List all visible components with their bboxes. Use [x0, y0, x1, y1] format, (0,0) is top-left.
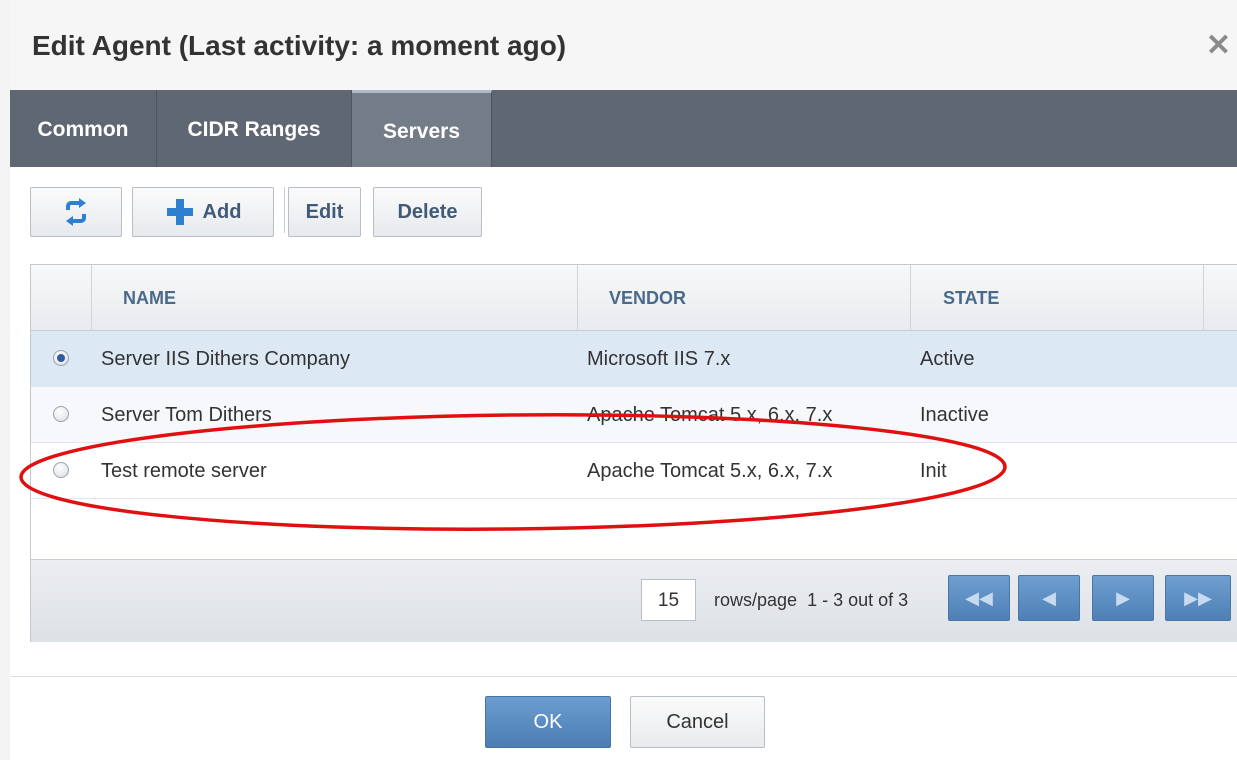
column-header-state[interactable]: STATE — [943, 265, 999, 330]
dialog-title: Edit Agent (Last activity: a moment ago) — [32, 30, 567, 61]
cell-vendor: Microsoft IIS 7.x — [587, 348, 731, 370]
last-page-button[interactable]: ▶▶ — [1165, 575, 1231, 621]
pagination-bar: 15 rows/page 1 - 3 out of 3 ◀◀ ◀ ▶ ▶▶ — [31, 559, 1237, 642]
cell-name: Server Tom Dithers — [101, 404, 272, 426]
row-radio-button[interactable] — [53, 350, 69, 366]
table-header: NAME VENDOR STATE — [31, 265, 1237, 331]
cell-vendor: Apache Tomcat 5.x, 6.x, 7.x — [587, 460, 833, 482]
edit-button[interactable]: Edit — [288, 187, 361, 237]
column-header-name[interactable]: NAME — [123, 265, 176, 330]
refresh-icon — [66, 198, 86, 226]
table-row[interactable]: Test remote server Apache Tomcat 5.x, 6.… — [31, 443, 1237, 499]
double-chevron-right-icon: ▶▶ — [1184, 587, 1212, 608]
page-range-text: 1 - 3 out of 3 — [807, 590, 909, 610]
add-button-label: Add — [202, 200, 242, 223]
double-chevron-left-icon: ◀◀ — [965, 587, 993, 608]
add-button[interactable]: Add — [132, 187, 274, 237]
tab-servers[interactable]: Servers — [352, 90, 492, 167]
close-icon[interactable]: ✕ — [1206, 28, 1231, 63]
delete-button[interactable]: Delete — [373, 187, 482, 237]
rows-per-page-input[interactable]: 15 — [641, 579, 696, 621]
cell-vendor: Apache Tomcat 5.x, 6.x, 7.x — [587, 404, 833, 426]
column-divider — [577, 265, 578, 330]
cell-name: Test remote server — [101, 460, 267, 482]
cell-state: Init — [920, 460, 947, 482]
cell-name: Server IIS Dithers Company — [101, 348, 350, 370]
servers-table: NAME VENDOR STATE Server IIS Dithers Com… — [30, 264, 1237, 642]
plus-icon — [166, 199, 193, 225]
chevron-left-icon: ◀ — [1042, 587, 1056, 608]
cancel-button[interactable]: Cancel — [630, 696, 765, 748]
first-page-button[interactable]: ◀◀ — [948, 575, 1010, 621]
refresh-button[interactable] — [30, 187, 122, 237]
tab-common[interactable]: Common — [10, 90, 157, 167]
rows-per-page-label: rows/page — [714, 590, 798, 610]
cell-state: Active — [920, 348, 975, 370]
table-row[interactable]: Server Tom Dithers Apache Tomcat 5.x, 6.… — [31, 387, 1237, 443]
column-divider — [91, 265, 92, 330]
column-divider — [1203, 265, 1204, 330]
pagination-info: rows/page 1 - 3 out of 3 — [714, 579, 908, 621]
ok-button[interactable]: OK — [485, 696, 611, 748]
tab-bar: Common CIDR Ranges Servers — [10, 90, 1237, 167]
footer-divider — [10, 676, 1237, 677]
toolbar-divider — [284, 187, 285, 233]
next-page-button[interactable]: ▶ — [1092, 575, 1154, 621]
tab-cidr-ranges[interactable]: CIDR Ranges — [157, 90, 352, 167]
chevron-right-icon: ▶ — [1116, 587, 1130, 608]
edit-agent-dialog: Edit Agent (Last activity: a moment ago)… — [10, 0, 1237, 760]
table-row[interactable]: Server IIS Dithers Company Microsoft IIS… — [31, 331, 1237, 387]
column-header-vendor[interactable]: VENDOR — [609, 265, 686, 330]
previous-page-button[interactable]: ◀ — [1018, 575, 1080, 621]
row-radio-button[interactable] — [53, 406, 69, 422]
row-radio-button[interactable] — [53, 462, 69, 478]
column-divider — [910, 265, 911, 330]
cell-state: Inactive — [920, 404, 989, 426]
dialog-titlebar: Edit Agent (Last activity: a moment ago)… — [10, 0, 1237, 91]
